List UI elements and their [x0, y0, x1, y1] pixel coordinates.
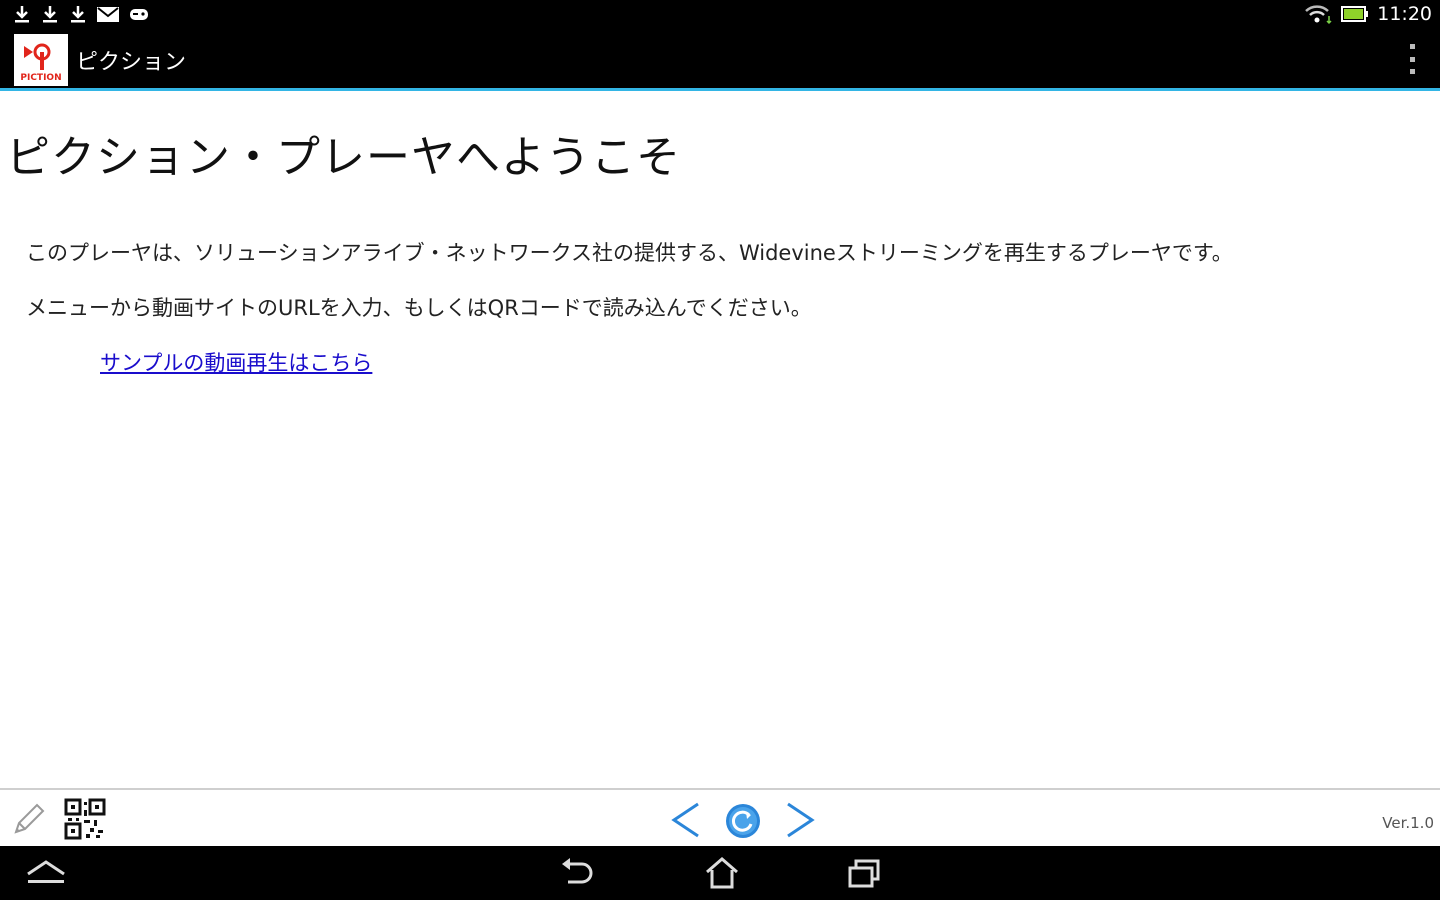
- piction-logo-icon: PICTION: [14, 34, 68, 86]
- reload-icon: [726, 804, 760, 838]
- description-paragraph: このプレーヤは、ソリューションアライブ・ネットワークス社の提供する、Widevi…: [26, 241, 1233, 265]
- nav-recent-apps-button[interactable]: [844, 856, 884, 894]
- action-bar: PICTION ピクション: [0, 30, 1440, 91]
- nav-home-button[interactable]: [702, 856, 742, 894]
- hide-nav-button[interactable]: [24, 856, 68, 894]
- page-title: ピクション・プレーヤへようこそ: [6, 132, 681, 183]
- hide-nav-icon: [27, 860, 65, 883]
- webview-content: ピクション・プレーヤへようこそ このプレーヤは、ソリューションアライブ・ネットワ…: [0, 91, 1440, 788]
- overflow-dot: [1409, 56, 1415, 62]
- battery-icon: [1341, 6, 1369, 22]
- status-time: 11:20: [1377, 3, 1432, 25]
- logo-text: PICTION: [20, 73, 61, 83]
- sample-video-link[interactable]: サンプルの動画再生はこちら: [100, 347, 372, 377]
- app-logo: PICTION: [14, 34, 68, 86]
- recent-apps-icon: [848, 859, 880, 888]
- overflow-dot: [1409, 44, 1415, 49]
- wifi-icon: [1305, 5, 1332, 25]
- pencil-icon: [14, 803, 45, 834]
- overflow-menu-icon[interactable]: [1406, 44, 1418, 74]
- edit-url-button[interactable]: [8, 800, 48, 840]
- qr-scan-button[interactable]: [64, 798, 106, 840]
- home-icon: [706, 857, 738, 889]
- instruction-paragraph: メニューから動画サイトのURLを入力、もしくはQRコードで読み込んでください。: [26, 296, 812, 320]
- chevron-left-icon: [671, 802, 699, 838]
- download-icon: [71, 6, 85, 23]
- system-nav-bar: [0, 846, 1440, 900]
- back-icon: [562, 858, 593, 884]
- reload-button[interactable]: [724, 802, 762, 840]
- browser-forward-button[interactable]: [782, 800, 818, 840]
- download-icon: [43, 6, 57, 23]
- game-controller-icon: [130, 9, 148, 20]
- overflow-dot: [1409, 69, 1415, 74]
- gmail-icon: [97, 7, 119, 22]
- chevron-right-icon: [787, 802, 815, 838]
- system-icons: 11:20: [1303, 3, 1432, 25]
- browser-back-button[interactable]: [668, 800, 704, 840]
- version-label: Ver.1.0: [1382, 814, 1434, 832]
- app-title: ピクション: [76, 50, 187, 75]
- status-bar: 11:20: [0, 0, 1440, 30]
- nav-back-button[interactable]: [556, 856, 596, 894]
- qr-code-icon: [64, 798, 106, 840]
- notification-icons: [12, 4, 150, 24]
- bottom-toolbar: Ver.1.0: [0, 788, 1440, 848]
- download-icon: [15, 6, 29, 23]
